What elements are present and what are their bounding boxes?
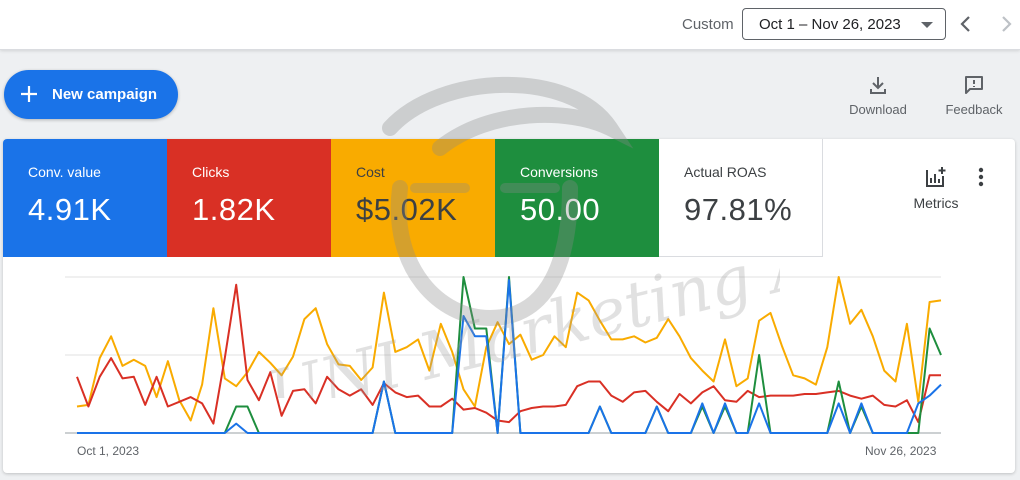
scorecard-value: 1.82K [192,192,276,227]
scorecard-label: Conversions [520,164,598,180]
new-campaign-label: New campaign [52,86,158,103]
chevron-right-icon[interactable] [994,12,1018,36]
plus-icon [21,86,37,102]
scorecard-label: Conv. value [28,164,101,180]
series-line-cost [76,276,942,422]
scorecard-value: 97.81% [684,192,793,227]
scorecard-value: 4.91K [28,192,112,227]
metrics-button[interactable]: Metrics [898,165,974,215]
metrics-label: Metrics [913,195,959,211]
download-button[interactable]: Download [838,72,918,120]
performance-line-chart [65,276,942,434]
x-axis-start-label: Oct 1, 2023 [77,444,140,458]
new-campaign-button[interactable]: New campaign [4,70,178,119]
date-range-select[interactable]: Oct 1 – Nov 26, 2023 [742,8,946,40]
scorecard-value: $5.02K [356,192,458,227]
feedback-button[interactable]: Feedback [934,72,1014,120]
date-range-value: Oct 1 – Nov 26, 2023 [759,16,901,33]
scorecard-conv-value[interactable]: Conv. value 4.91K [3,139,167,257]
caret-down-icon [921,22,933,28]
scorecard-actual-roas[interactable]: Actual ROAS 97.81% [659,139,823,257]
feedback-icon [965,76,983,94]
top-bar: Custom Oct 1 – Nov 26, 2023 [0,0,1020,50]
chevron-left-icon[interactable] [954,12,978,36]
download-label: Download [849,102,907,117]
download-icon [870,77,886,94]
scorecard-label: Clicks [192,164,230,180]
date-range-type-label: Custom [682,16,734,33]
add-chart-icon [926,167,946,187]
scorecard-cost[interactable]: Cost $5.02K [331,139,495,257]
more-vert-icon[interactable] [971,165,991,189]
scorecard-clicks[interactable]: Clicks 1.82K [167,139,331,257]
scorecard-label: Actual ROAS [684,164,767,180]
performance-card: Conv. value 4.91K Clicks 1.82K Cost $5.0… [3,139,1015,473]
scorecard-conversions[interactable]: Conversions 50.00 [495,139,659,257]
x-axis-end-label: Nov 26, 2023 [865,444,937,458]
feedback-label: Feedback [945,102,1003,117]
scorecard-value: 50.00 [520,192,601,227]
scorecard-label: Cost [356,164,385,180]
